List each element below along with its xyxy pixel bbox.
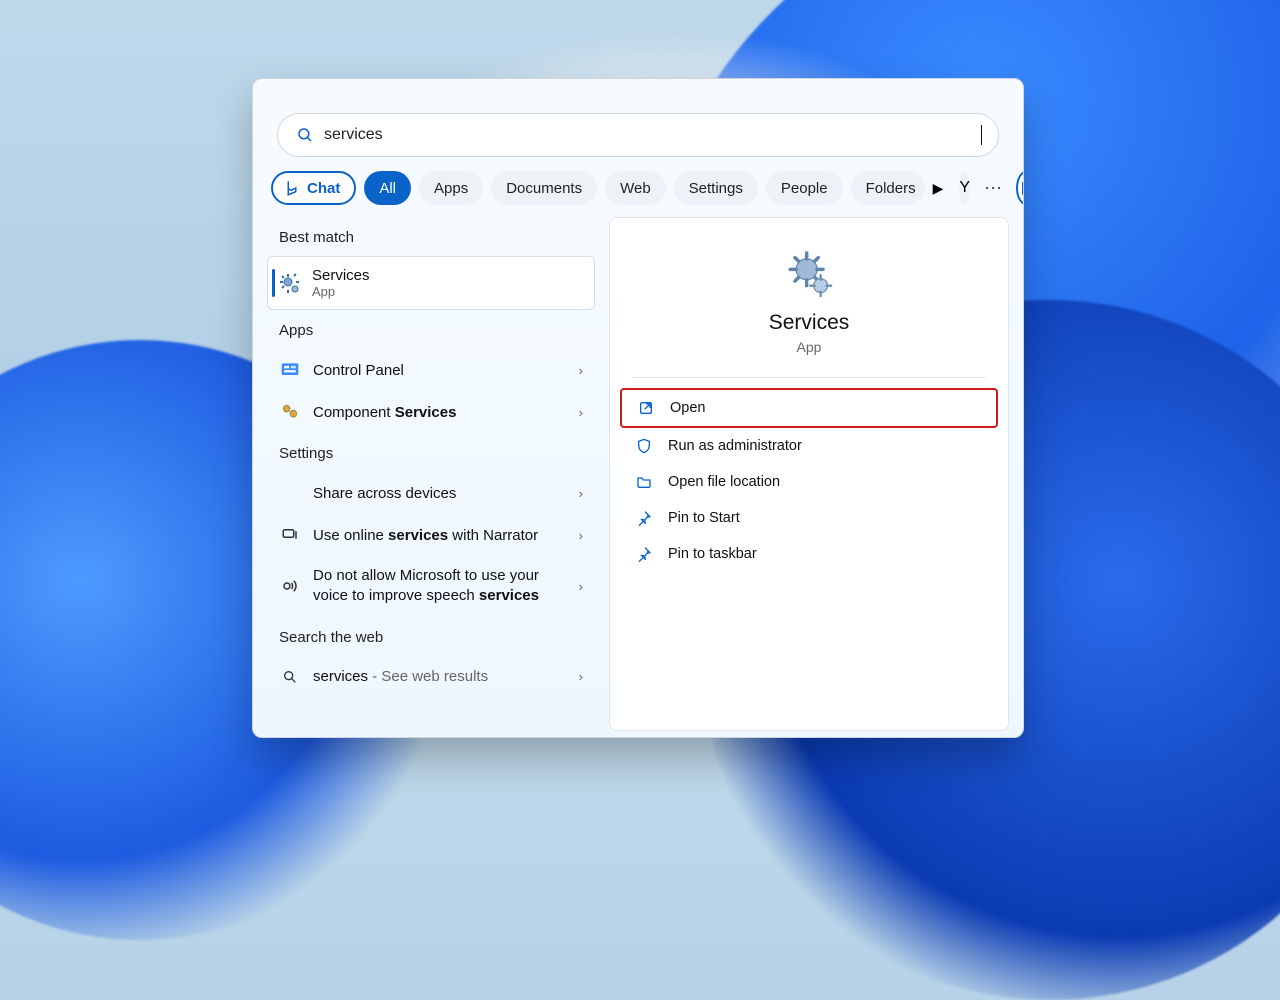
filter-apps[interactable]: Apps: [419, 171, 483, 205]
filter-all[interactable]: All: [364, 171, 411, 205]
chat-pill[interactable]: Chat: [271, 171, 356, 205]
chevron-right-icon: ›: [579, 579, 583, 594]
result-control-panel[interactable]: Control Panel ›: [267, 349, 595, 391]
detail-type: App: [797, 339, 822, 355]
chevron-right-icon: ›: [579, 363, 583, 378]
open-icon: [636, 398, 656, 418]
results-column: Best match Services App Apps Control Pan…: [267, 217, 595, 731]
group-best-match: Best match: [279, 229, 595, 246]
result-speech-services[interactable]: Do not allow Microsoft to use your voice…: [267, 556, 595, 617]
search-input[interactable]: [324, 126, 983, 144]
chat-label: Chat: [307, 180, 340, 197]
action-label: Open file location: [668, 474, 780, 490]
group-apps: Apps: [279, 322, 595, 339]
result-label: services - See web results: [313, 668, 567, 685]
search-icon: [296, 126, 314, 144]
action-label: Run as administrator: [668, 438, 802, 454]
speech-icon: [279, 575, 301, 597]
chevron-right-icon: ›: [579, 528, 583, 543]
chevron-right-icon: ›: [579, 405, 583, 420]
result-label: Use online services with Narrator: [313, 527, 567, 544]
action-run-admin[interactable]: Run as administrator: [620, 428, 998, 464]
chevron-right-icon: ›: [579, 669, 583, 684]
pin-icon: [634, 544, 654, 564]
result-narrator-services[interactable]: Use online services with Narrator ›: [267, 514, 595, 556]
action-pin-taskbar[interactable]: Pin to taskbar: [620, 536, 998, 572]
action-pin-start[interactable]: Pin to Start: [620, 500, 998, 536]
search-icon: [279, 666, 301, 688]
result-label: Share across devices: [313, 485, 567, 502]
search-box[interactable]: [277, 113, 999, 157]
blank-icon: [279, 482, 301, 504]
account-avatar[interactable]: Y: [959, 171, 970, 205]
filter-settings[interactable]: Settings: [674, 171, 758, 205]
filter-scroll-right[interactable]: ▶: [933, 180, 944, 197]
group-settings: Settings: [279, 445, 595, 462]
narrator-icon: [279, 524, 301, 546]
filter-folders[interactable]: Folders: [851, 171, 925, 205]
action-open[interactable]: Open: [620, 388, 998, 428]
result-component-services[interactable]: Component Services ›: [267, 391, 595, 433]
filter-people[interactable]: People: [766, 171, 843, 205]
control-panel-icon: [279, 359, 301, 381]
detail-pane: Services App Open Run as administrator: [609, 217, 1009, 731]
more-icon[interactable]: ⋯: [978, 178, 1008, 199]
bing-button[interactable]: [1016, 171, 1024, 205]
action-label: Pin to taskbar: [668, 546, 757, 562]
bing-chat-icon: [283, 179, 301, 197]
result-web-search[interactable]: services - See web results ›: [267, 656, 595, 698]
action-label: Pin to Start: [668, 510, 740, 526]
result-share-devices[interactable]: Share across devices ›: [267, 472, 595, 514]
bing-icon: [1018, 180, 1024, 196]
filter-documents[interactable]: Documents: [491, 171, 597, 205]
services-large-icon: [781, 246, 837, 307]
start-search-panel: Chat All Apps Documents Web Settings Peo…: [252, 78, 1024, 738]
filter-row: Chat All Apps Documents Web Settings Peo…: [267, 171, 1009, 217]
result-label: Component Services: [313, 404, 567, 421]
result-label: Do not allow Microsoft to use your voice…: [313, 566, 567, 607]
component-services-icon: [279, 401, 301, 423]
folder-icon: [634, 472, 654, 492]
best-match-result[interactable]: Services App: [267, 256, 595, 310]
chevron-right-icon: ›: [579, 486, 583, 501]
detail-title: Services: [769, 311, 850, 335]
best-match-subtitle: App: [312, 284, 370, 299]
text-caret: [981, 125, 982, 145]
pin-icon: [634, 508, 654, 528]
filter-web[interactable]: Web: [605, 171, 666, 205]
services-icon: [276, 270, 302, 296]
result-label: Control Panel: [313, 362, 567, 379]
group-web: Search the web: [279, 629, 595, 646]
divider: [632, 377, 986, 378]
action-label: Open: [670, 400, 705, 416]
best-match-title: Services: [312, 267, 370, 284]
action-open-location[interactable]: Open file location: [620, 464, 998, 500]
shield-icon: [634, 436, 654, 456]
